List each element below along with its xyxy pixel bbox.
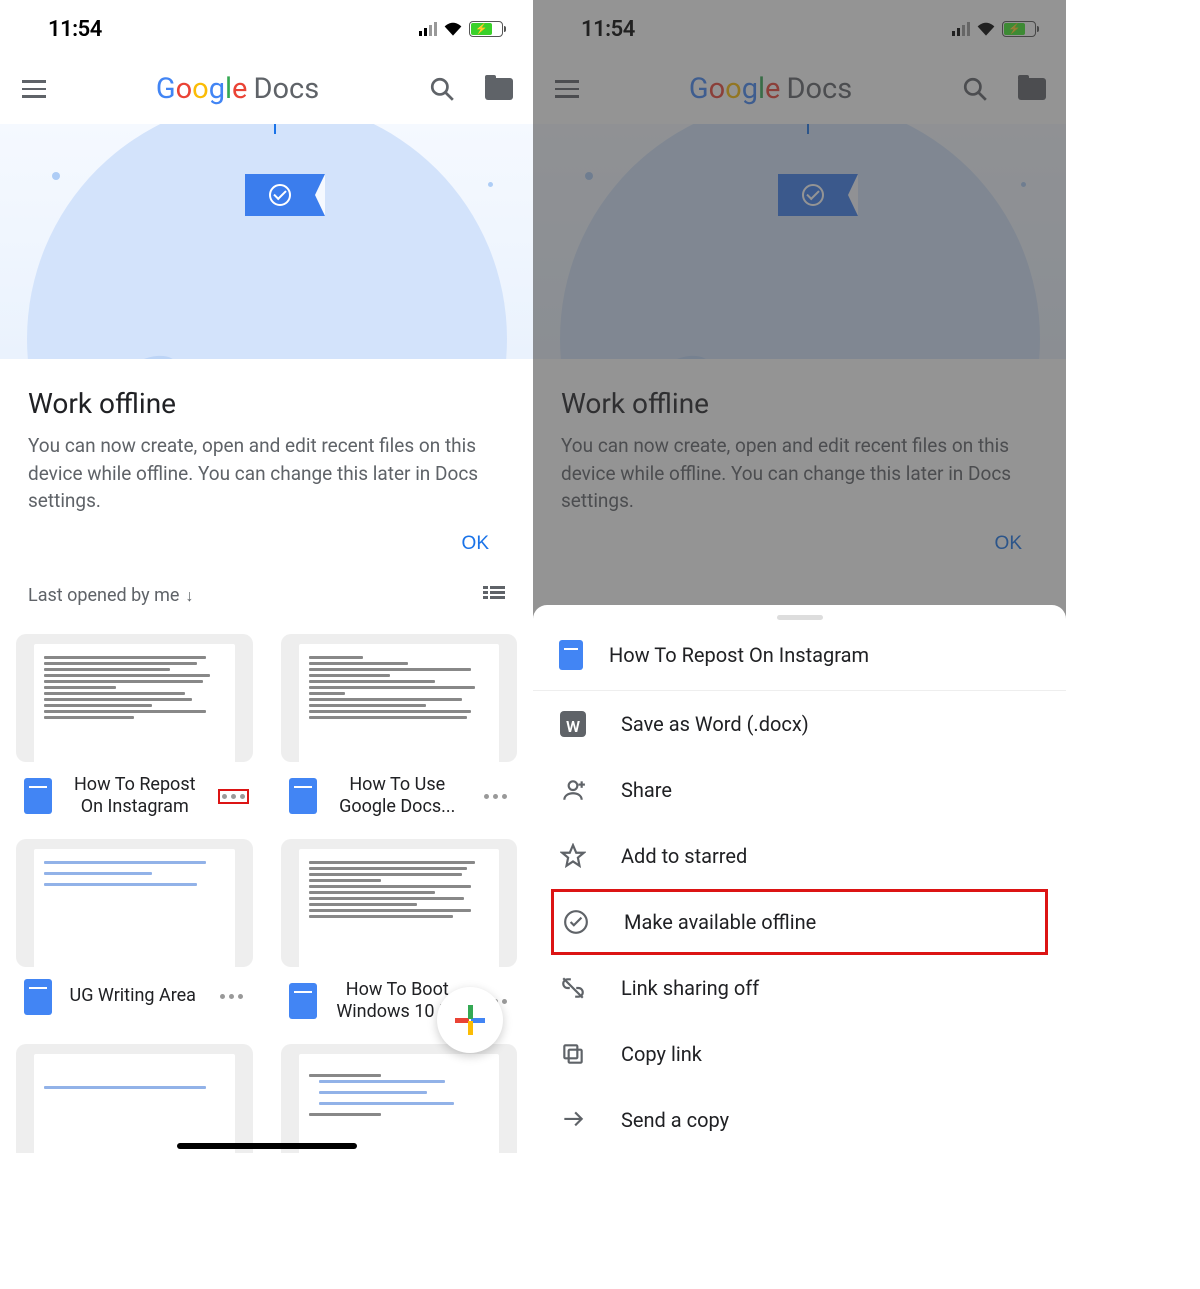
notice-body: You can now create, open and edit recent… — [28, 432, 505, 515]
wifi-icon — [443, 21, 463, 37]
sort-row: Last opened by me ↓ — [0, 559, 533, 616]
doc-thumbnail — [281, 839, 518, 967]
doc-thumbnail — [16, 1044, 253, 1153]
phone-screen-right: 11:54 ⚡ Google Docs Work offline You can… — [533, 0, 1066, 1153]
sheet-item-copy-link[interactable]: Copy link — [533, 1021, 1066, 1087]
signal-icon — [419, 22, 437, 36]
app-header: Google Docs — [0, 54, 533, 124]
list-view-icon[interactable] — [483, 586, 505, 604]
doc-title: UG Writing Area — [62, 985, 204, 1008]
doc-item[interactable] — [16, 1044, 253, 1153]
doc-more-icon[interactable] — [218, 789, 249, 804]
fab-new-button[interactable] — [437, 987, 503, 1053]
sheet-item-label: Link sharing off — [621, 976, 759, 1000]
home-indicator[interactable] — [177, 1143, 357, 1149]
doc-item[interactable]: UG Writing Area — [16, 839, 253, 1028]
sort-button[interactable]: Last opened by me ↓ — [28, 585, 193, 606]
star-icon — [559, 843, 587, 869]
offline-check-icon — [562, 909, 590, 935]
sheet-item-save-word[interactable]: Save as Word (.docx) — [533, 691, 1066, 757]
doc-item[interactable]: How To Use Google Docs... — [281, 634, 518, 823]
docs-file-icon — [24, 979, 52, 1015]
status-icons: ⚡ — [419, 21, 503, 37]
sheet-item-label: Add to starred — [621, 844, 747, 868]
offline-notice: Work offline You can now create, open an… — [0, 359, 533, 525]
doc-title: How To Use Google Docs... — [327, 774, 469, 819]
sheet-item-star[interactable]: Add to starred — [533, 823, 1066, 889]
notice-title: Work offline — [28, 387, 505, 420]
notice-ok-button[interactable]: OK — [462, 533, 489, 555]
docs-file-icon — [289, 983, 317, 1019]
chevron-down-icon: ↓ — [181, 586, 193, 605]
doc-title: How To Repost On Instagram — [62, 774, 208, 819]
word-icon — [560, 711, 586, 737]
status-time: 11:54 — [48, 17, 102, 42]
hero-illustration — [0, 124, 533, 359]
sheet-item-share[interactable]: Share — [533, 757, 1066, 823]
docs-file-icon — [24, 778, 52, 814]
docs-grid: How To Repost On Instagram How To Use Go… — [0, 616, 533, 1153]
person-add-icon — [559, 777, 587, 803]
doc-more-icon[interactable] — [214, 988, 249, 1005]
sheet-item-label: Send a copy — [621, 1108, 729, 1132]
send-icon — [559, 1107, 587, 1133]
battery-icon: ⚡ — [469, 21, 503, 37]
sheet-header: How To Repost On Instagram — [533, 626, 1066, 691]
app-logo: Google Docs — [156, 72, 319, 106]
sheet-item-label: Save as Word (.docx) — [621, 712, 809, 736]
phone-screen-left: 11:54 ⚡ Google Docs Work offline You can… — [0, 0, 533, 1153]
plus-icon — [455, 1005, 485, 1035]
doc-thumbnail — [16, 634, 253, 762]
folder-icon[interactable] — [485, 78, 513, 100]
sheet-item-label: Make available offline — [624, 910, 816, 934]
search-icon[interactable] — [429, 76, 455, 102]
sheet-item-link-off[interactable]: Link sharing off — [533, 955, 1066, 1021]
sheet-item-offline[interactable]: Make available offline — [551, 889, 1048, 955]
docs-file-icon — [559, 640, 583, 670]
sheet-title: How To Repost On Instagram — [609, 643, 869, 667]
sheet-handle[interactable] — [777, 615, 823, 620]
sheet-item-label: Share — [621, 778, 672, 802]
link-off-icon — [559, 975, 587, 1001]
doc-more-icon[interactable] — [478, 788, 513, 805]
doc-thumbnail — [16, 839, 253, 967]
hamburger-icon[interactable] — [22, 80, 46, 98]
doc-item[interactable]: How To Repost On Instagram — [16, 634, 253, 823]
sheet-item-label: Copy link — [621, 1042, 702, 1066]
doc-thumbnail — [281, 1044, 518, 1153]
doc-thumbnail — [281, 634, 518, 762]
doc-item[interactable] — [281, 1044, 518, 1153]
sheet-item-send-copy[interactable]: Send a copy — [533, 1087, 1066, 1153]
bottom-sheet: How To Repost On Instagram Save as Word … — [533, 605, 1066, 1153]
docs-file-icon — [289, 778, 317, 814]
copy-icon — [559, 1041, 587, 1067]
status-bar: 11:54 ⚡ — [0, 0, 533, 54]
